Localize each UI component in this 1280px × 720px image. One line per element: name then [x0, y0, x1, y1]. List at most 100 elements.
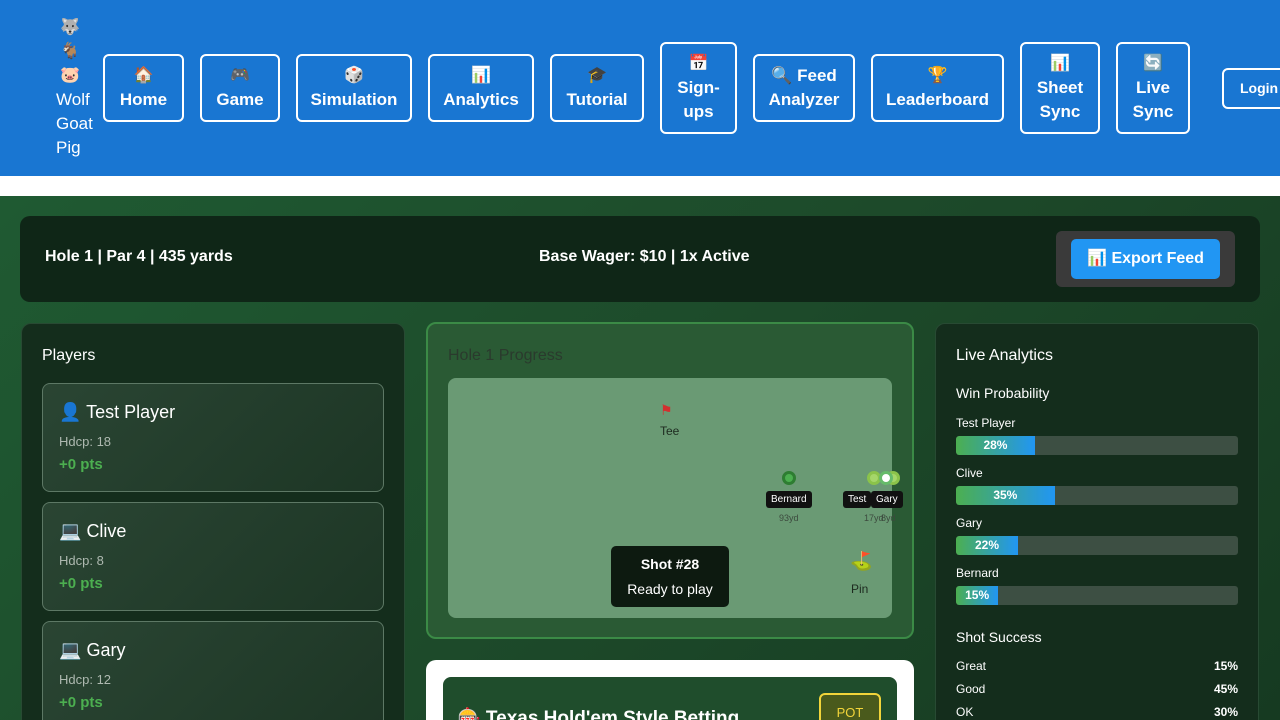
player-hdcp: Hdcp: 8 [59, 553, 104, 568]
win-prob-fill: 22% [956, 536, 1019, 555]
nav-feed-label-1: Feed [797, 66, 837, 85]
nav-simulation-button[interactable]: 🎲 Simulation [296, 54, 412, 122]
brand-logo[interactable]: 🐺 🐐 🐷 Wolf Goat Pig [56, 16, 100, 160]
win-prob-label: Clive [956, 466, 983, 480]
nav-feed-analyzer-button[interactable]: 🔍 Feed Analyzer [753, 54, 855, 122]
wager-info: Base Wager: $10 | 1x Active [539, 248, 750, 265]
graduation-cap-icon: 🎓 [587, 67, 607, 84]
player-marker-gary[interactable] [879, 471, 893, 485]
trophy-icon: 🏆 [927, 67, 948, 84]
player-marker-bernard[interactable] [782, 471, 796, 485]
analytics-title: Live Analytics [956, 347, 1053, 364]
person-icon: 👤 [59, 402, 82, 422]
bar-chart-icon: 📊 [471, 67, 491, 84]
shot-success-value: 45% [1213, 682, 1238, 696]
shot-success-value: 30% [1213, 705, 1238, 719]
shot-success-title: Shot Success [956, 629, 1042, 645]
nav-simulation-label: Simulation [310, 90, 398, 109]
goat-icon: 🐐 [60, 43, 80, 60]
nav-home-label: Home [119, 90, 168, 109]
pig-icon: 🐷 [60, 67, 80, 84]
nav-tutorial-button[interactable]: 🎓 Tutorial [550, 54, 644, 122]
calendar-icon: 📅 [688, 55, 709, 72]
magnifier-icon: 🔍 [771, 66, 793, 85]
export-feed-button[interactable]: 📊 Export Feed [1071, 239, 1220, 279]
player-hdcp: Hdcp: 12 [59, 672, 112, 687]
marker-distance-bernard: 93yd [779, 513, 799, 523]
win-prob-fill: 35% [956, 486, 1055, 505]
nav-sheet-sync-button[interactable]: 📊 Sheet Sync [1020, 42, 1100, 134]
wolf-icon: 🐺 [60, 19, 80, 36]
nav-analytics-label: Analytics [443, 90, 519, 109]
player-name-text: Clive [86, 521, 127, 541]
marker-tag-bernard: Bernard [766, 491, 812, 508]
pin-flag-icon: ⛳ [850, 551, 873, 571]
nav-game-label: Game [216, 90, 264, 109]
nav-signups-button[interactable]: 📅 Sign- ups [660, 42, 737, 134]
progress-title: Hole 1 Progress [448, 347, 563, 364]
player-name-text: Test Player [86, 402, 176, 422]
marker-distance-gary: 8yd [881, 513, 896, 523]
brand-word-pig: Pig [56, 138, 81, 157]
nav-tutorial-label: Tutorial [566, 90, 628, 109]
feed-analyzer-line-1: 🔍 Feed [771, 64, 837, 88]
brand-word-wolf: Wolf [56, 90, 90, 109]
shot-status-box: Shot #28 Ready to play [611, 546, 729, 607]
nav-live-label-1: Live [1135, 78, 1171, 97]
nav-live-sync-button[interactable]: 🔄 Live Sync [1116, 42, 1190, 134]
win-prob-label: Bernard [956, 566, 999, 580]
win-prob-fill: 15% [956, 586, 999, 605]
shot-status: Ready to play [627, 581, 713, 597]
laptop-icon: 💻 [59, 521, 82, 541]
player-name: 💻 Clive [59, 521, 126, 542]
nav-analytics-button[interactable]: 📊 Analytics [428, 54, 534, 122]
player-card[interactable]: 💻 Clive Hdcp: 8 +0 pts [42, 502, 384, 611]
betting-title: 🎰 Texas Hold'em Style Betting [457, 708, 740, 720]
player-pts: +0 pts [59, 575, 103, 592]
marker-tag-gary: Gary [871, 491, 903, 508]
nav-signups-label-2: ups [683, 102, 714, 121]
nav-leaderboard-label: Leaderboard [886, 90, 989, 109]
gamepad-icon: 🎮 [230, 67, 250, 84]
win-prob-label: Gary [956, 516, 983, 530]
players-title: Players [42, 347, 96, 364]
nav-leaderboard-button[interactable]: 🏆 Leaderboard [871, 54, 1004, 122]
player-name: 👤 Test Player [59, 402, 175, 423]
tee-flag-icon: ⚑ [660, 402, 673, 418]
marker-tag-test: Test [843, 491, 872, 508]
shot-success-value: 15% [1213, 659, 1238, 673]
brand-word-goat: Goat [56, 114, 93, 133]
nav-home-button[interactable]: 🏠 Home [103, 54, 184, 122]
tee-label: Tee [660, 424, 680, 438]
laptop-icon: 💻 [59, 640, 82, 660]
shot-success-label: OK [956, 705, 974, 719]
nav-feed-label-2: Analyzer [768, 90, 840, 109]
login-button[interactable]: Login [1222, 68, 1280, 109]
player-card[interactable]: 👤 Test Player Hdcp: 18 +0 pts [42, 383, 384, 492]
pin-label: Pin [851, 582, 869, 596]
nav-sheet-label-1: Sheet [1036, 78, 1084, 97]
player-pts: +0 pts [59, 456, 103, 473]
shot-number: Shot #28 [640, 556, 700, 572]
hole-info: Hole 1 | Par 4 | 435 yards [45, 248, 233, 265]
nav-live-label-2: Sync [1132, 102, 1174, 121]
win-probability-title: Win Probability [956, 385, 1050, 401]
nav-sheet-label-2: Sync [1039, 102, 1081, 121]
home-icon: 🏠 [133, 67, 154, 84]
win-prob-bar: 35% [956, 486, 1238, 505]
player-name: 💻 Gary [59, 640, 125, 661]
divider-strip [0, 176, 1280, 196]
refresh-icon: 🔄 [1143, 55, 1163, 72]
win-prob-bar: 28% [956, 436, 1238, 455]
win-prob-bar: 22% [956, 536, 1238, 555]
win-prob-label: Test Player [956, 416, 1016, 430]
player-pts: +0 pts [59, 694, 103, 711]
player-name-text: Gary [86, 640, 126, 660]
dice-icon: 🎲 [344, 67, 364, 84]
player-hdcp: Hdcp: 18 [59, 434, 112, 449]
nav-game-button[interactable]: 🎮 Game [200, 54, 280, 122]
pot-badge: POT [819, 693, 881, 720]
win-prob-bar: 15% [956, 586, 1238, 605]
player-card[interactable]: 💻 Gary Hdcp: 12 +0 pts [42, 621, 384, 720]
shot-success-label: Good [956, 682, 986, 696]
